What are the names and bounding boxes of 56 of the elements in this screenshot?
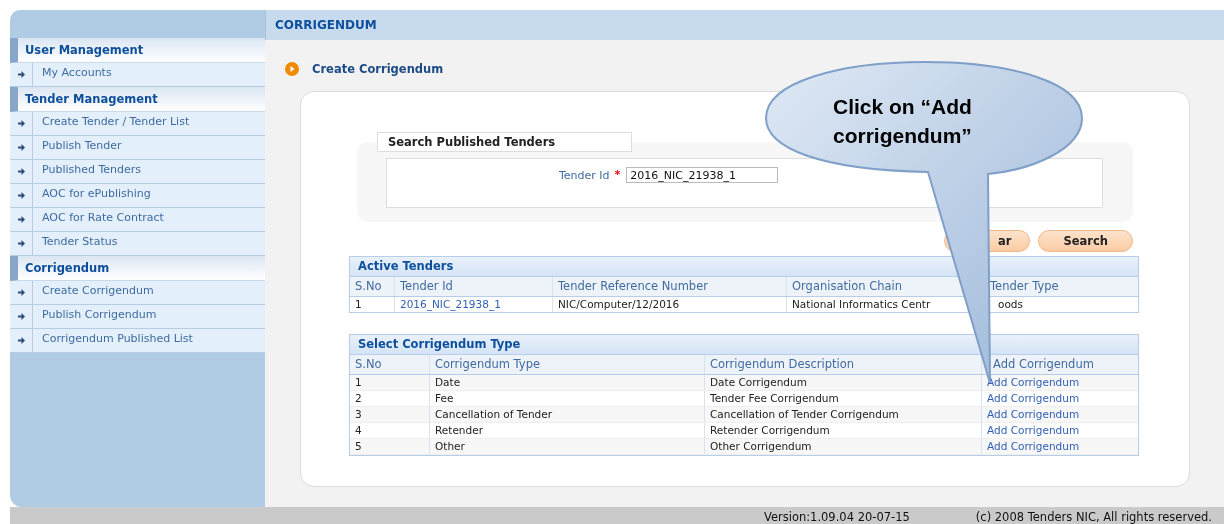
table-cell: Other Corrigendum xyxy=(705,439,982,454)
table-caption: Active Tenders xyxy=(350,257,1138,277)
arrow-icon xyxy=(17,337,25,344)
table-cell: 4 xyxy=(350,423,430,438)
table-cell: Other xyxy=(430,439,705,454)
table-cell: NIC/Computer/12/2016 xyxy=(553,297,787,312)
fieldset-legend: Search Published Tenders xyxy=(377,132,632,152)
arrow-icon xyxy=(17,120,25,127)
table-cell: Date Corrigendum xyxy=(705,375,982,390)
table-cell: 1 xyxy=(350,297,395,312)
arrow-icon xyxy=(17,216,25,223)
column-header: S.No xyxy=(350,277,395,296)
add-corrigendum-link[interactable]: Add Corrigendum xyxy=(982,391,1138,406)
table-cell: 2 xyxy=(350,391,430,406)
tender-id-field[interactable]: 2016_NIC_21938_1 xyxy=(626,167,779,183)
page-title: Create Corrigendum xyxy=(312,62,444,76)
column-header: Add Corrigendum xyxy=(992,356,1095,373)
table-cell: 1 xyxy=(350,375,430,390)
column-header: Tender Id xyxy=(395,277,553,296)
arrow-icon xyxy=(17,144,25,151)
column-header: Tender Reference Number xyxy=(553,277,787,296)
version-text: Version:1.09.04 20-07-15 xyxy=(763,510,910,524)
table-cell: Retender xyxy=(430,423,705,438)
table-cell: Cancellation of Tender Corrigendum xyxy=(705,407,982,422)
callout-text: Click on “Add corrigendum” xyxy=(833,94,973,149)
arrow-icon xyxy=(17,289,25,296)
table-cell: Fee xyxy=(430,391,705,406)
arrow-icon xyxy=(17,192,25,199)
arrow-icon xyxy=(17,313,25,320)
table-cell: Date xyxy=(430,375,705,390)
add-corrigendum-link[interactable]: Add Corrigendum xyxy=(982,439,1138,454)
play-icon xyxy=(285,62,299,76)
arrow-icon xyxy=(17,71,25,78)
table-cell: Retender Corrigendum xyxy=(705,423,982,438)
table-cell-text: oods xyxy=(997,297,1024,312)
arrow-icon xyxy=(17,240,25,247)
column-header: Corrigendum Type xyxy=(430,355,705,374)
table-cell: 5 xyxy=(350,439,430,454)
search-button[interactable]: Search xyxy=(1038,230,1133,252)
page-header-title: CORRIGENDUM xyxy=(275,18,377,32)
table-cell: Cancellation of Tender xyxy=(430,407,705,422)
column-header: S.No xyxy=(350,355,430,374)
sidebar-section-heading: Tender Management xyxy=(10,87,265,112)
tender-link[interactable]: 2016_NIC_21938_1 xyxy=(395,297,553,312)
table-cell: Tender Fee Corrigendum xyxy=(705,391,982,406)
column-header: Tender Type xyxy=(989,278,1060,295)
field-label: Tender Id xyxy=(559,169,610,182)
add-corrigendum-link[interactable]: Add Corrigendum xyxy=(982,423,1138,438)
sidebar-section-heading: User Management xyxy=(10,38,265,63)
copyright-text: (c) 2008 Tenders NIC, All rights reserved. xyxy=(975,510,1212,524)
arrow-icon xyxy=(17,168,25,175)
table-caption: Select Corrigendum Type xyxy=(350,335,1138,355)
add-corrigendum-link[interactable]: Add Corrigendum xyxy=(982,407,1138,422)
table-cell: 3 xyxy=(350,407,430,422)
sidebar-section-heading: Corrigendum xyxy=(10,256,265,281)
required-mark: * xyxy=(614,168,621,181)
